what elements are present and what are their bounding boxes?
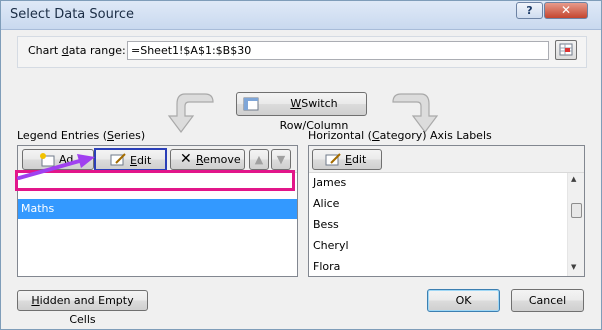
axis-label-item[interactable]: Cheryl [313, 236, 349, 256]
chart-data-range-group: Chart data range: =Sheet1!$A$1:$B$30 [17, 36, 587, 68]
switch-row-column-button[interactable]: WSwitch Row/Column [236, 92, 367, 132]
axis-labels-label: Horizontal (Category) Axis Labels [308, 129, 492, 142]
help-button[interactable]: ? [516, 2, 543, 19]
hidden-empty-cells-button[interactable]: Hidden and Empty Cells [17, 290, 148, 326]
close-button[interactable]: ✕ [544, 2, 588, 19]
help-icon: ? [526, 4, 533, 17]
scrollbar-thumb[interactable] [571, 203, 582, 218]
axis-label-item[interactable]: Alice [313, 194, 339, 214]
title-bar[interactable]: Select Data Source ? ✕ [1, 1, 601, 30]
select-data-source-dialog: Select Data Source ? ✕ Chart data range:… [0, 0, 602, 330]
axis-label-item[interactable]: Bess [313, 215, 339, 235]
axis-label-item[interactable]: Flora [313, 257, 340, 277]
pointer-arrow-icon [17, 154, 95, 180]
edit-icon [325, 153, 341, 166]
remove-series-button[interactable]: ✕ Remove [170, 149, 245, 170]
range-select-icon [559, 43, 573, 56]
close-icon: ✕ [560, 3, 572, 17]
chart-data-range-input[interactable]: =Sheet1!$A$1:$B$30 [127, 41, 549, 60]
edit-icon [110, 153, 126, 166]
legend-entries-label: Legend Entries (Series) [17, 129, 146, 142]
cancel-button[interactable]: Cancel [511, 289, 584, 312]
chart-data-range-label: Chart data range: [28, 44, 126, 57]
axis-list-scrollbar[interactable]: ▲ ▼ [567, 173, 584, 276]
axis-label-item[interactable]: James [313, 173, 346, 193]
series-label: Maths [21, 202, 55, 215]
arrow-up-icon: ▲ [254, 153, 264, 166]
dialog-title: Select Data Source [10, 7, 135, 22]
switch-icon [243, 97, 259, 111]
left-curved-arrow-icon [167, 93, 214, 133]
axis-labels-list[interactable]: Edit James Alice Bess Cheryl Flora ▲ ▼ [308, 145, 585, 277]
dialog-body: Chart data range: =Sheet1!$A$1:$B$30 WSw… [1, 30, 601, 329]
scroll-up-icon[interactable]: ▲ [571, 175, 576, 183]
edit-series-button[interactable]: Edit [94, 148, 167, 171]
scroll-down-icon[interactable]: ▼ [571, 263, 576, 271]
remove-icon: ✕ [180, 151, 192, 167]
selected-series-row[interactable]: Maths [18, 199, 297, 219]
range-collapse-button[interactable] [555, 40, 577, 60]
ok-button[interactable]: OK [427, 289, 500, 312]
edit-axis-labels-button[interactable]: Edit [312, 149, 382, 170]
move-down-button[interactable]: ▼ [271, 149, 291, 170]
move-up-button[interactable]: ▲ [249, 149, 269, 170]
arrow-down-icon: ▼ [276, 153, 286, 166]
right-curved-arrow-icon [392, 93, 439, 133]
